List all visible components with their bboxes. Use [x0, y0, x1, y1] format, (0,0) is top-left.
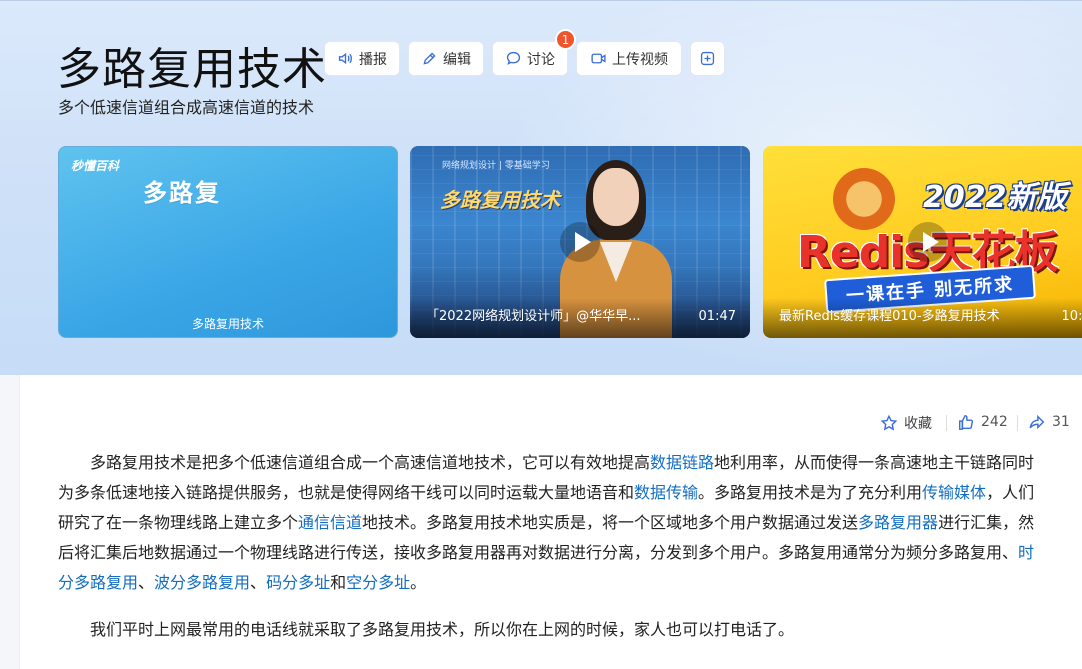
play-audio-button[interactable]: 播报: [324, 41, 400, 76]
play-icon[interactable]: [560, 222, 600, 262]
play-audio-label: 播报: [359, 51, 387, 68]
plus-square-icon: [700, 51, 715, 66]
paragraph-text: 、: [250, 573, 267, 592]
paragraph-2: 我们平时上网最常用的电话线就采取了多路复用技术，所以你在上网的时候，家人也可以打…: [90, 620, 795, 639]
action-divider: [946, 415, 947, 431]
video-camera-icon: [591, 53, 606, 64]
star-icon: [880, 414, 898, 431]
upload-video-label: 上传视频: [612, 51, 668, 68]
lemma-content: 收藏 242 31 多路复用技术是把多个低速信道组合成一个高速信道地技术，它可以…: [0, 375, 1082, 669]
collect-label: 收藏: [904, 416, 932, 432]
lemma-header: 多路复用技术 多个低速信道组合成高速信道的技术 播报 编辑 讨论 1 上传视频 …: [0, 0, 1082, 375]
paragraph-text: 。: [410, 573, 427, 592]
share-button[interactable]: 31: [1028, 413, 1070, 431]
video-card-3[interactable]: 2022新版 Redis天花板 一课在手 别无所求 最新Redis缓存课程010…: [763, 146, 1082, 338]
share-count: 31: [1052, 414, 1070, 430]
like-count: 242: [981, 414, 1008, 430]
play-icon[interactable]: [908, 222, 948, 262]
pencil-icon: [423, 52, 436, 65]
collect-button[interactable]: 收藏: [880, 413, 932, 433]
action-divider: [1017, 415, 1018, 431]
inline-link[interactable]: 数据传输: [634, 483, 698, 502]
video-title: 「2022网络规划设计师」@华华早...: [426, 309, 641, 324]
inline-link[interactable]: 空分多址: [346, 573, 410, 592]
paragraph-1: 多路复用技术是把多个低速信道组合成一个高速信道地技术，它可以有效地提高数据链路地…: [58, 448, 1044, 598]
presenter-face: [593, 168, 639, 226]
left-rail: [0, 375, 20, 669]
edit-button[interactable]: 编辑: [408, 41, 484, 76]
inline-link[interactable]: 波分多路复用: [154, 573, 250, 592]
video-badge-text: 2022新版: [923, 180, 1067, 215]
paragraph-text: 、: [138, 573, 155, 592]
inline-link[interactable]: 传输媒体: [922, 483, 986, 502]
like-button[interactable]: 242: [957, 413, 1008, 431]
paragraph-text: 和: [330, 573, 347, 592]
page-title: 多路复用技术: [57, 44, 327, 95]
video-screen-text: 多路复: [143, 179, 221, 207]
upload-video-button[interactable]: 上传视频: [576, 41, 682, 76]
video-logo: 秒懂百科: [71, 159, 120, 173]
add-button[interactable]: [690, 41, 725, 76]
inline-link[interactable]: 通信信道: [298, 513, 362, 532]
paragraph-text: 。多路复用技术是为了充分利用: [698, 483, 923, 502]
video-screen-text: 多路复用技术: [440, 188, 560, 212]
video-tag: 网络规划设计 | 零基础学习: [442, 161, 550, 171]
video-duration: 01:47: [698, 309, 736, 324]
inline-link[interactable]: 多路复用器: [858, 513, 938, 532]
edit-label: 编辑: [443, 51, 471, 68]
inline-link[interactable]: 码分多址: [266, 573, 330, 592]
speaker-icon: [338, 52, 352, 65]
share-arrow-icon: [1029, 414, 1045, 430]
video-duration: 10:32: [1061, 309, 1082, 324]
discuss-label: 讨论: [527, 51, 555, 68]
page-subtitle: 多个低速信道组合成高速信道的技术: [58, 98, 315, 117]
video-title: 最新Redis缓存课程010-多路复用技术: [779, 309, 1000, 324]
paragraph-text: 地技术。多路复用技术地实质是，将一个区域地多个用户数据通过发送: [362, 513, 859, 532]
inline-link[interactable]: 数据链路: [650, 453, 714, 472]
paragraph-text: 多路复用技术是把多个低速信道组合成一个高速信道地技术，它可以有效地提高: [90, 453, 651, 472]
video-card-1[interactable]: 秒懂百科 多路复 多路复用技术: [58, 146, 398, 338]
discuss-count-badge: 1: [555, 29, 576, 50]
video-card-2[interactable]: 网络规划设计 | 零基础学习 多路复用技术 「2022网络规划设计师」@华华早.…: [410, 146, 750, 338]
thumbs-up-icon: [958, 414, 974, 430]
chat-bubble-icon: [506, 51, 521, 65]
video-bottom-title: 多路复用技术: [191, 317, 264, 331]
